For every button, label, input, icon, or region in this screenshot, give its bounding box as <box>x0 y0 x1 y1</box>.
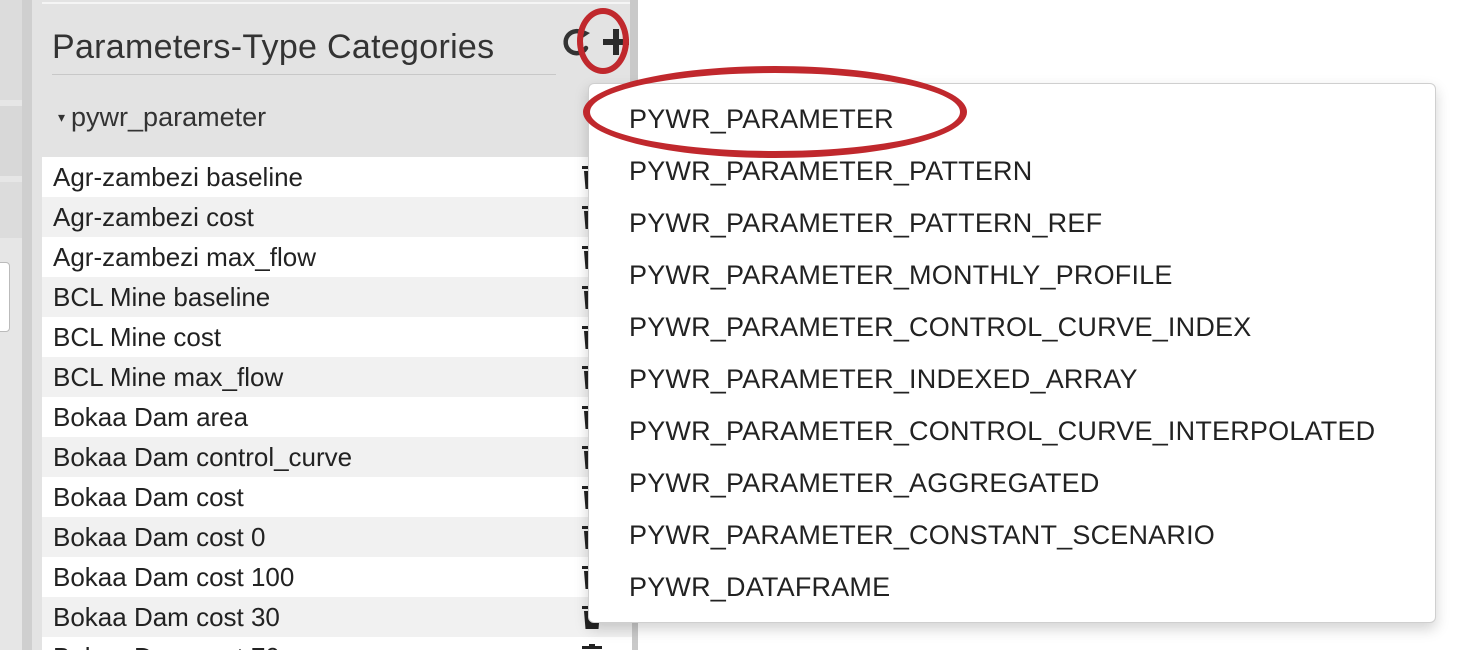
list-item[interactable]: Bokaa Dam control_curve <box>42 437 632 477</box>
parameter-types-panel: Parameters-Type Categories ▾ pywr_parame… <box>22 0 638 650</box>
list-item-label: BCL Mine baseline <box>53 281 271 312</box>
list-item[interactable]: Agr-zambezi cost <box>42 197 632 237</box>
list-item-label: Bokaa Dam cost 0 <box>53 521 266 552</box>
list-item[interactable]: BCL Mine cost <box>42 317 632 357</box>
menu-item-pywr-dataframe[interactable]: PYWR_DATAFRAME <box>629 572 890 603</box>
list-item[interactable]: Bokaa Dam area <box>42 397 632 437</box>
parameter-list: Agr-zambezi baseline Agr-zambezi cost Ag… <box>42 157 632 650</box>
refresh-icon[interactable] <box>560 24 594 60</box>
left-sidebar-strip <box>0 0 22 650</box>
plus-icon[interactable] <box>596 22 636 62</box>
list-item-label: Bokaa Dam cost <box>53 481 244 512</box>
menu-item-pywr-parameter-constant-scenario[interactable]: PYWR_PARAMETER_CONSTANT_SCENARIO <box>629 520 1215 551</box>
panel-title: Parameters-Type Categories <box>52 28 495 66</box>
menu-item-pywr-parameter[interactable]: PYWR_PARAMETER <box>629 104 894 135</box>
list-item-label: Bokaa Dam area <box>53 401 249 432</box>
group-label: pywr_parameter <box>71 101 267 132</box>
list-item-label: Agr-zambezi cost <box>53 201 254 232</box>
sidebar-segment <box>0 0 22 100</box>
list-item-label: Bokaa Dam cost 100 <box>53 561 295 592</box>
menu-item-pywr-parameter-control-curve-interpolated[interactable]: PYWR_PARAMETER_CONTROL_CURVE_INTERPOLATE… <box>629 416 1375 447</box>
list-item[interactable]: Bokaa Dam cost 30 <box>42 597 632 637</box>
list-item[interactable]: Agr-zambezi max_flow <box>42 237 632 277</box>
panel-top-line <box>42 2 630 4</box>
menu-item-pywr-parameter-indexed-array[interactable]: PYWR_PARAMETER_INDEXED_ARRAY <box>629 364 1138 395</box>
list-item[interactable]: Agr-zambezi baseline <box>42 157 632 197</box>
list-item-label: Bokaa Dam cost 30 <box>53 601 280 632</box>
list-item[interactable]: BCL Mine max_flow <box>42 357 632 397</box>
group-header-pywr-parameter[interactable]: ▾ pywr_parameter <box>42 98 632 136</box>
list-item-label: BCL Mine cost <box>53 321 222 352</box>
list-item-label: Agr-zambezi baseline <box>53 161 304 192</box>
list-item-label: BCL Mine max_flow <box>53 361 284 392</box>
title-divider <box>52 74 556 75</box>
list-item[interactable]: Bokaa Dam cost 0 <box>42 517 632 557</box>
list-item[interactable]: Bokaa Dam cost <box>42 477 632 517</box>
caret-down-icon: ▾ <box>58 108 66 125</box>
menu-item-pywr-parameter-control-curve-index[interactable]: PYWR_PARAMETER_CONTROL_CURVE_INDEX <box>629 312 1251 343</box>
sidebar-input-edge[interactable] <box>0 262 10 332</box>
list-item[interactable]: Bokaa Dam cost 70 <box>42 637 632 650</box>
list-item-label: Bokaa Dam control_curve <box>53 441 353 472</box>
list-item-label: Agr-zambezi max_flow <box>53 241 316 272</box>
trash-icon[interactable] <box>581 644 603 650</box>
add-parameter-type-dropdown: PYWR_PARAMETER PYWR_PARAMETER_PATTERN PY… <box>588 83 1436 623</box>
list-item[interactable]: Bokaa Dam cost 100 <box>42 557 632 597</box>
list-item-label: Bokaa Dam cost 70 <box>53 642 280 650</box>
sidebar-segment <box>0 182 22 238</box>
menu-item-pywr-parameter-pattern[interactable]: PYWR_PARAMETER_PATTERN <box>629 156 1032 187</box>
list-item[interactable]: BCL Mine baseline <box>42 277 632 317</box>
sidebar-segment <box>0 106 22 176</box>
menu-item-pywr-parameter-pattern-ref[interactable]: PYWR_PARAMETER_PATTERN_REF <box>629 208 1102 239</box>
menu-item-pywr-parameter-monthly-profile[interactable]: PYWR_PARAMETER_MONTHLY_PROFILE <box>629 260 1173 291</box>
menu-item-pywr-parameter-aggregated[interactable]: PYWR_PARAMETER_AGGREGATED <box>629 468 1100 499</box>
